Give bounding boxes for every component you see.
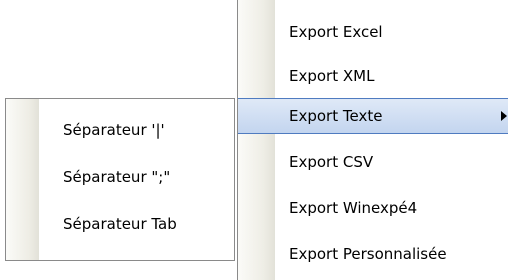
menu-item-label: Export Personnalisée xyxy=(289,245,447,263)
submenu-item-label: Séparateur Tab xyxy=(63,215,177,233)
menu-item-label: Export CSV xyxy=(289,153,374,171)
submenu-item-separateur-semicolon[interactable]: Séparateur ";" xyxy=(6,160,234,194)
menu-item-export-xml[interactable]: Export XML xyxy=(238,58,508,94)
menu-item-export-excel[interactable]: Export Excel xyxy=(238,14,508,50)
menu-item-label: Export XML xyxy=(289,67,375,85)
menu-item-export-personnalisee[interactable]: Export Personnalisée xyxy=(238,236,508,272)
menu-item-export-winexpe4[interactable]: Export Winexpé4 xyxy=(238,190,508,226)
menu-item-export-csv[interactable]: Export CSV xyxy=(238,144,508,180)
export-texte-submenu: Séparateur '|' Séparateur ";" Séparateur… xyxy=(5,98,235,261)
menu-item-label: Export Winexpé4 xyxy=(289,199,418,217)
submenu-item-separateur-pipe[interactable]: Séparateur '|' xyxy=(6,113,234,147)
screenshot: Export Excel Export XML Export Texte Exp… xyxy=(0,0,508,280)
menu-item-label: Export Texte xyxy=(289,107,383,125)
submenu-item-label: Séparateur ";" xyxy=(63,168,171,186)
export-menu: Export Excel Export XML Export Texte Exp… xyxy=(237,0,508,280)
menu-item-label: Export Excel xyxy=(289,23,383,41)
submenu-item-separateur-tab[interactable]: Séparateur Tab xyxy=(6,207,234,241)
menu-item-export-texte[interactable]: Export Texte xyxy=(238,98,508,134)
chevron-right-icon xyxy=(501,111,507,121)
submenu-item-label: Séparateur '|' xyxy=(63,121,165,139)
